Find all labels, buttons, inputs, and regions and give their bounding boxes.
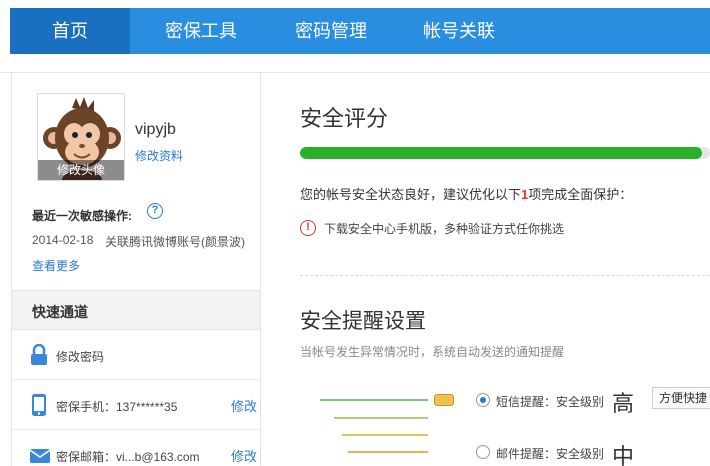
quick-item-label: 修改密码 (56, 350, 105, 364)
lock-icon (31, 344, 47, 365)
warning-icon: ! (300, 220, 316, 236)
quick-item-label: 密保手机：137******35 (56, 400, 178, 414)
nav-bar: 首页 密保工具 密码管理 帐号关联 (10, 8, 710, 54)
sensitive-op-title: 最近一次敏感操作: (32, 209, 132, 223)
nav-tab-home[interactable]: 首页 (10, 8, 130, 54)
quick-access-title: 快速通道 (32, 304, 88, 320)
section-divider (300, 275, 710, 276)
edit-email-link[interactable]: 修改 (231, 446, 257, 465)
sensitive-op-date: 2014-02-18 (32, 233, 94, 247)
reminder-settings-subtitle: 当帐号发生异常情况时，系统自动发送的通知提醒 (300, 345, 565, 359)
nav-tab-security-tools[interactable]: 密保工具 (130, 8, 272, 54)
nav-tab-account-link[interactable]: 帐号关联 (390, 8, 528, 54)
phone-icon (32, 394, 46, 416)
email-reminder-label: 邮件提醒：安全级别 (496, 447, 605, 461)
question-icon[interactable]: ? (147, 203, 163, 219)
edit-phone-link[interactable]: 修改 (231, 396, 257, 415)
level-line (334, 417, 428, 419)
level-line (348, 451, 428, 453)
top-navigation: 首页 密保工具 密码管理 帐号关联 (0, 0, 710, 66)
avatar-edit-overlay[interactable]: 修改头像 (38, 160, 124, 180)
security-status-text: 您的帐号安全状态良好，建议优化以下1项完成全面保护： (300, 184, 632, 203)
sms-reminder-label: 短信提醒：安全级别 (496, 395, 605, 409)
security-score-title: 安全评分 (300, 106, 389, 131)
level-slider-handle[interactable] (434, 394, 454, 406)
level-line (320, 399, 428, 401)
quick-access-header: 快速通道 (12, 290, 260, 330)
email-level: 中 (612, 444, 635, 466)
sms-reminder-radio[interactable] (476, 393, 490, 407)
convenient-shortcut-button[interactable]: 方便快捷 (652, 387, 710, 409)
status-suffix: 项完成全面保护： (528, 187, 633, 202)
quick-item-security-phone: 密保手机：137******35 修改 (12, 380, 260, 430)
security-score-bar (300, 147, 710, 159)
level-line (342, 434, 428, 436)
status-prefix: 您的帐号安全状态良好，建议优化以下 (300, 187, 522, 202)
sms-level: 高 (612, 391, 635, 416)
avatar[interactable]: 修改头像 (37, 93, 125, 181)
edit-profile-link[interactable]: 修改资料 (135, 147, 183, 164)
security-score-fill (300, 147, 702, 159)
suggestion-text[interactable]: 下载安全中心手机版，多种验证方式任你挑选 (324, 220, 564, 237)
see-more-link[interactable]: 查看更多 (32, 257, 80, 274)
sensitive-op-desc: 关联腾讯微博账号(颜景波) (105, 235, 245, 249)
main-content: 安全评分 您的帐号安全状态良好，建议优化以下1项完成全面保护： ! 下载安全中心… (262, 73, 710, 466)
sidebar: 修改头像 vipyjb 修改资料 最近一次敏感操作: ? 2014-02-18 … (11, 73, 261, 466)
email-reminder-radio[interactable] (476, 445, 490, 459)
reminder-settings-title: 安全提醒设置 (300, 310, 426, 333)
mail-icon (30, 449, 50, 463)
nav-tab-password-management[interactable]: 密码管理 (272, 8, 390, 54)
quick-item-label: 密保邮箱：vi...b@163.com (56, 450, 200, 464)
quick-item-security-email: 密保邮箱：vi...b@163.com 修改 (12, 430, 260, 466)
username: vipyjb (135, 121, 176, 138)
quick-item-change-password[interactable]: 修改密码 (12, 330, 260, 380)
